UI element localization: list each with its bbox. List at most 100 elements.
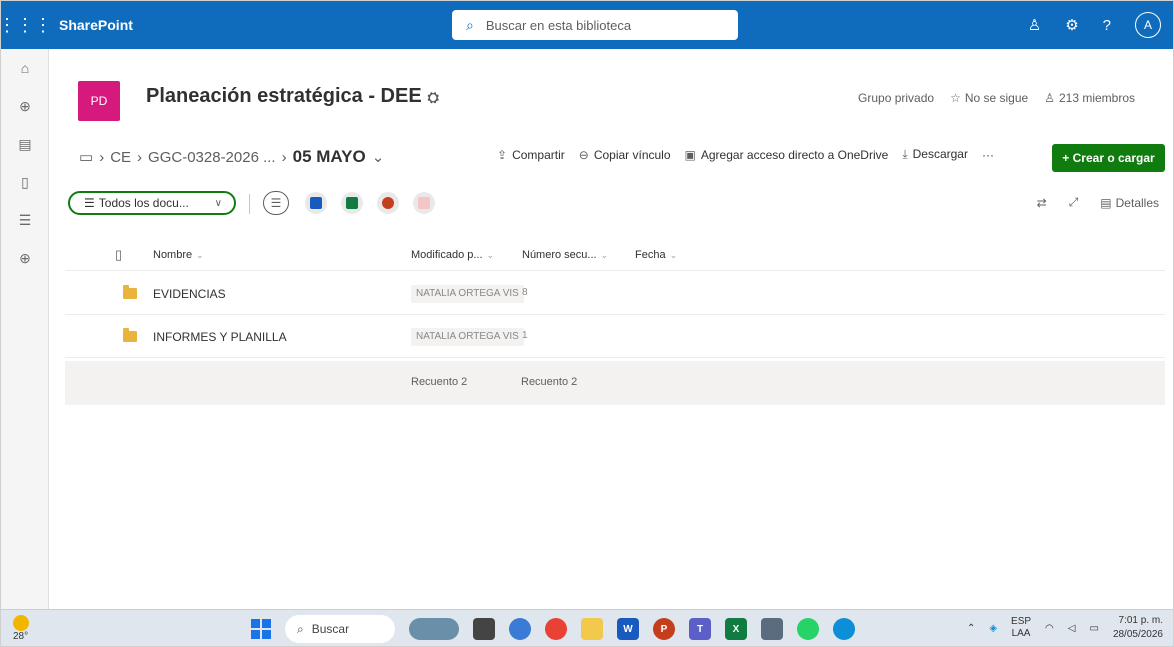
breadcrumb-item-ce[interactable]: CE <box>110 149 131 166</box>
table-row[interactable]: EVIDENCIAS NATALIA ORTEGA VIS 8 <box>65 273 1165 315</box>
teams-icon[interactable]: T <box>689 618 711 640</box>
count-sequence: Recuento 2 <box>521 376 578 388</box>
row-name[interactable]: EVIDENCIAS <box>153 287 226 301</box>
column-modified-by-label: Modificado p... <box>411 249 483 261</box>
share-people-icon[interactable]: ♙ <box>1028 16 1041 34</box>
chevron-down-icon: ⌄ <box>486 250 495 260</box>
wifi-icon[interactable]: ◠ <box>1045 623 1054 634</box>
download-button[interactable]: ⤓ Descargar <box>902 147 968 162</box>
folder-icon <box>123 285 137 299</box>
network-app-icon[interactable]: ◈ <box>989 623 997 634</box>
list-icon[interactable]: ☰ <box>1 201 49 239</box>
volume-icon[interactable]: ◁ <box>1068 623 1076 634</box>
help-icon[interactable]: ? <box>1103 17 1111 34</box>
gear-icon[interactable]: ⚙ <box>1065 16 1078 34</box>
site-logo[interactable]: PD <box>78 81 120 121</box>
powerpoint-icon[interactable]: P <box>653 618 675 640</box>
excel-icon[interactable]: X <box>725 618 747 640</box>
breadcrumb-separator: › <box>281 148 287 166</box>
search-input[interactable]: ⌕ Buscar en esta biblioteca <box>452 10 738 40</box>
globe-icon[interactable]: ⊕ <box>1 87 49 125</box>
weather-widget[interactable]: 28° <box>13 615 29 642</box>
star-icon: ☆ <box>950 91 961 105</box>
list-header: ▯ Nombre ⌄ Modificado p... ⌄ Número secu..… <box>65 239 1165 271</box>
create-upload-button[interactable]: + Crear o cargar <box>1052 144 1165 172</box>
lang-line1: ESP <box>1011 616 1032 627</box>
file-explorer-icon[interactable] <box>581 618 603 640</box>
follow-label: No se sigue <box>964 91 1029 105</box>
lang-line2: LAA <box>1011 628 1031 639</box>
view-label: Todos los docu... <box>98 196 189 210</box>
breadcrumb-item-ggc[interactable]: GGC-0328-2026 ... <box>148 149 276 166</box>
excel-filter-chip[interactable] <box>341 192 363 214</box>
row-name[interactable]: INFORMES Y PLANILLA <box>153 330 287 344</box>
breadcrumb: ▭ › CE › GGC-0328-2026 ... › 05 MAYO ⌄ <box>79 147 384 167</box>
task-view-icon[interactable] <box>473 618 495 640</box>
filter-button[interactable]: ☰ <box>263 191 289 215</box>
language-indicator[interactable]: ESP LAA <box>1011 616 1031 640</box>
breadcrumb-current[interactable]: 05 MAYO <box>293 147 366 167</box>
copy-link-label: Copiar vínculo <box>593 147 671 162</box>
chevron-up-icon[interactable]: ⌃ <box>967 623 975 634</box>
app-icon[interactable] <box>761 618 783 640</box>
column-sequence[interactable]: Número secu... ⌄ <box>522 249 608 261</box>
suite-bar: ⋮⋮⋮ SharePoint ⌕ Buscar en esta bibliote… <box>1 1 1173 49</box>
edge-icon[interactable] <box>833 618 855 640</box>
view-right-actions: ⇄ ⤢ ▤ Detalles <box>1037 195 1159 210</box>
search-placeholder: Buscar en esta biblioteca <box>485 17 632 33</box>
chrome-icon[interactable] <box>545 618 567 640</box>
row-modified-by[interactable]: NATALIA ORTEGA VIS <box>411 328 524 346</box>
chevron-down-icon: ⌄ <box>669 250 678 260</box>
members-button[interactable]: ♙ 213 miembros <box>1044 91 1135 105</box>
details-button[interactable]: ▤ Detalles <box>1100 196 1159 210</box>
teams-icon[interactable]: ⛭ <box>428 89 439 105</box>
row-sequence: 1 <box>522 330 528 341</box>
column-date[interactable]: Fecha ⌄ <box>635 249 677 261</box>
chevron-down-icon[interactable]: ⌄ <box>372 148 385 166</box>
person-icon: ♙ <box>1044 91 1055 105</box>
command-bar: ⇪ Compartir ⊖ Copiar vínculo ▣ Agregar acce… <box>497 147 994 162</box>
powerpoint-filter-chip[interactable] <box>377 192 399 214</box>
follow-button[interactable]: ☆ No se sigue <box>950 91 1028 105</box>
search-icon: ⌕ <box>466 16 474 33</box>
news-icon[interactable]: ▤ <box>1 125 49 163</box>
list-footer: Recuento 2 Recuento 2 <box>65 361 1165 405</box>
column-date-label: Fecha <box>635 249 666 261</box>
taskbar-search[interactable]: ⌕ Buscar <box>285 615 395 643</box>
copilot-icon[interactable] <box>509 618 531 640</box>
view-selector[interactable]: ☰ Todos los docu... ∨ <box>68 191 236 215</box>
more-button[interactable]: ··· <box>982 148 994 162</box>
avatar[interactable]: A <box>1135 12 1161 38</box>
windows-start-icon[interactable] <box>251 619 271 639</box>
word-filter-chip[interactable] <box>305 192 327 214</box>
app-name[interactable]: SharePoint <box>59 17 133 33</box>
app-launcher-icon[interactable]: ⋮⋮⋮ <box>1 1 52 49</box>
expand-icon[interactable]: ⤢ <box>1069 195 1079 210</box>
row-sequence: 8 <box>522 287 528 298</box>
word-icon[interactable]: W <box>617 618 639 640</box>
file-icon[interactable]: ▯ <box>1 163 49 201</box>
breadcrumb-separator: › <box>137 148 143 166</box>
widget-image-icon[interactable] <box>409 618 459 640</box>
share-button[interactable]: ⇪ Compartir <box>497 148 565 162</box>
clock-date: 28/05/2026 <box>1112 629 1163 640</box>
clock[interactable]: 7:01 p. m. 28/05/2026 <box>1113 614 1163 642</box>
download-icon: ⤓ <box>902 147 908 161</box>
create-icon[interactable]: ⊕ <box>1 239 49 277</box>
battery-icon[interactable]: ▭ <box>1089 623 1098 634</box>
pdf-filter-chip[interactable] <box>413 192 435 214</box>
column-name[interactable]: Nombre ⌄ <box>153 249 204 261</box>
whatsapp-icon[interactable] <box>797 618 819 640</box>
taskbar: 28° ⌕ Buscar W P T X ⌃ ◈ ESP LAA ◠ ◁ ▭ 7:0… <box>1 609 1173 646</box>
sort-icon[interactable]: ⇄ <box>1037 196 1047 210</box>
home-icon[interactable]: ⌂ <box>1 49 49 87</box>
view-icon: ☰ <box>84 196 95 210</box>
shortcut-button[interactable]: ▣ Agregar acceso directo a OneDrive <box>685 148 889 162</box>
column-modified-by[interactable]: Modificado p... ⌄ <box>411 249 494 261</box>
copy-link-button[interactable]: ⊖ Copiar vínculo <box>579 148 671 162</box>
table-row[interactable]: INFORMES Y PLANILLA NATALIA ORTEGA VIS 1 <box>65 316 1165 358</box>
site-title[interactable]: Planeación estratégica - DEE <box>146 85 422 107</box>
row-modified-by[interactable]: NATALIA ORTEGA VIS <box>411 285 524 303</box>
chevron-down-icon: ⌄ <box>196 250 204 260</box>
folder-icon: ▭ <box>79 149 94 166</box>
